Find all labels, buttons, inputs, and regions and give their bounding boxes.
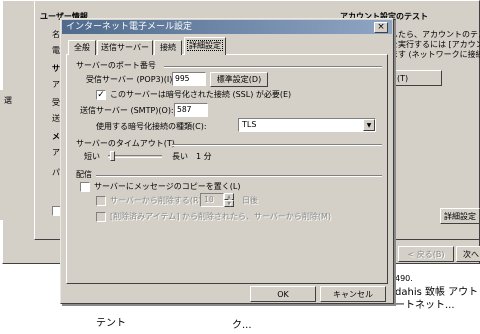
delivery-separator	[96, 175, 382, 177]
wizard-left-label-8: パ	[52, 168, 60, 177]
wizard-left-label-0: 名	[52, 30, 60, 39]
tab-advanced[interactable]: 詳細設定	[184, 37, 226, 55]
chevron-up-icon: ▲	[227, 193, 231, 200]
tab-outgoing-server[interactable]: 送信サーバー	[97, 40, 153, 55]
wizard-left-label-3: ア	[52, 80, 60, 89]
tab-general[interactable]: 全般	[68, 40, 96, 55]
default-settings-button[interactable]: 標準設定(D)	[210, 72, 268, 87]
days-spin-down[interactable]: ▼	[224, 200, 234, 207]
detail-settings-button[interactable]: 詳細設定	[440, 208, 480, 224]
remove-after-label: サーバーから削除する(R)	[110, 196, 202, 205]
days-unit-label: 日後	[242, 196, 258, 205]
checkmark-icon: ✓	[97, 90, 105, 100]
dialog-title: インターネット電子メール設定	[66, 22, 193, 32]
encryption-type-label: 使用する暗号化接続の種類(C):	[96, 122, 207, 131]
behind-net-line: ートネット...	[395, 300, 455, 311]
remove-deleted-label: [削除済みアイテム] から削除されたら、サーバーから削除(M)	[110, 212, 332, 221]
dialog-titlebar[interactable]: インターネット電子メール設定	[62, 20, 392, 34]
server-ports-separator	[164, 66, 382, 68]
timeout-separator	[172, 144, 382, 146]
leave-copy-label: サーバーにメッセージのコピーを置く(L)	[94, 182, 241, 191]
incoming-server-label: 受信サーバー (POP3)(I):	[86, 75, 176, 84]
incoming-port-input[interactable]: 995	[172, 72, 206, 86]
wizard-left-label-1: 電	[52, 46, 60, 55]
server-ports-group-label: サーバーのポート番号	[76, 61, 156, 70]
timeout-slider-track[interactable]	[108, 155, 162, 158]
close-icon: ×	[377, 22, 385, 32]
outgoing-port-input[interactable]: 587	[174, 103, 208, 117]
dropdown-arrow-button[interactable]: ▼	[363, 119, 375, 131]
timeout-group-label: サーバーのタイムアウト(T)	[76, 139, 175, 148]
encryption-type-select[interactable]: TLS ▼	[238, 118, 376, 132]
tab-panel	[66, 54, 388, 284]
chevron-down-icon: ▼	[227, 200, 231, 207]
timeout-value: 1 分	[196, 152, 212, 161]
timeout-long-label: 長い	[172, 152, 188, 161]
wizard-left-label-6: メ	[52, 132, 60, 141]
chevron-down-icon: ▼	[366, 121, 372, 129]
remove-after-checkbox[interactable]	[96, 196, 106, 206]
behind-number: 490.	[395, 274, 413, 283]
behind-bottom-left: テント	[96, 318, 126, 329]
ssl-required-label: このサーバーは暗号化された接続 (SSL) が必要(E)	[110, 90, 292, 99]
leave-copy-checkbox[interactable]	[80, 182, 90, 192]
days-spin-up[interactable]: ▲	[224, 193, 234, 200]
wizard-left-label-2: サ	[52, 64, 60, 73]
outgoing-server-label: 送信サーバー (SMTP)(O):	[80, 106, 174, 115]
ssl-required-checkbox[interactable]: ✓	[96, 90, 106, 100]
ok-button[interactable]: OK	[250, 286, 316, 302]
account-test-desc-1: したら、アカウントのテス	[390, 30, 480, 39]
behind-bottom-mid: ク...	[232, 320, 252, 331]
wizard-left-label-7: ア	[52, 148, 60, 157]
timeout-slider-thumb[interactable]	[110, 151, 115, 161]
wizard-left-label-4: 受	[52, 98, 60, 107]
back-button[interactable]: < 戻る(B)	[398, 246, 454, 262]
dialog-close-button[interactable]: ×	[374, 22, 388, 33]
cancel-button[interactable]: キャンセル	[320, 286, 386, 302]
delivery-group-label: 配信	[76, 170, 92, 179]
remove-days-input[interactable]: 10	[200, 193, 224, 207]
wizard-left-edge-label: 選	[4, 96, 12, 105]
timeout-short-label: 短い	[84, 152, 100, 161]
tab-connection[interactable]: 接続	[154, 40, 182, 55]
next-button[interactable]: 次へ	[456, 246, 480, 262]
wizard-left-label-5: 送	[52, 114, 60, 123]
account-test-desc-3: ます (ネットワークに接続され	[390, 50, 480, 59]
remove-deleted-checkbox[interactable]	[96, 212, 106, 222]
behind-app-line: dahis 致帳 アウトドア	[395, 287, 480, 298]
account-test-desc-2: を実行するには [アカウン	[390, 40, 480, 49]
account-test-button[interactable]: (T)	[388, 70, 442, 86]
